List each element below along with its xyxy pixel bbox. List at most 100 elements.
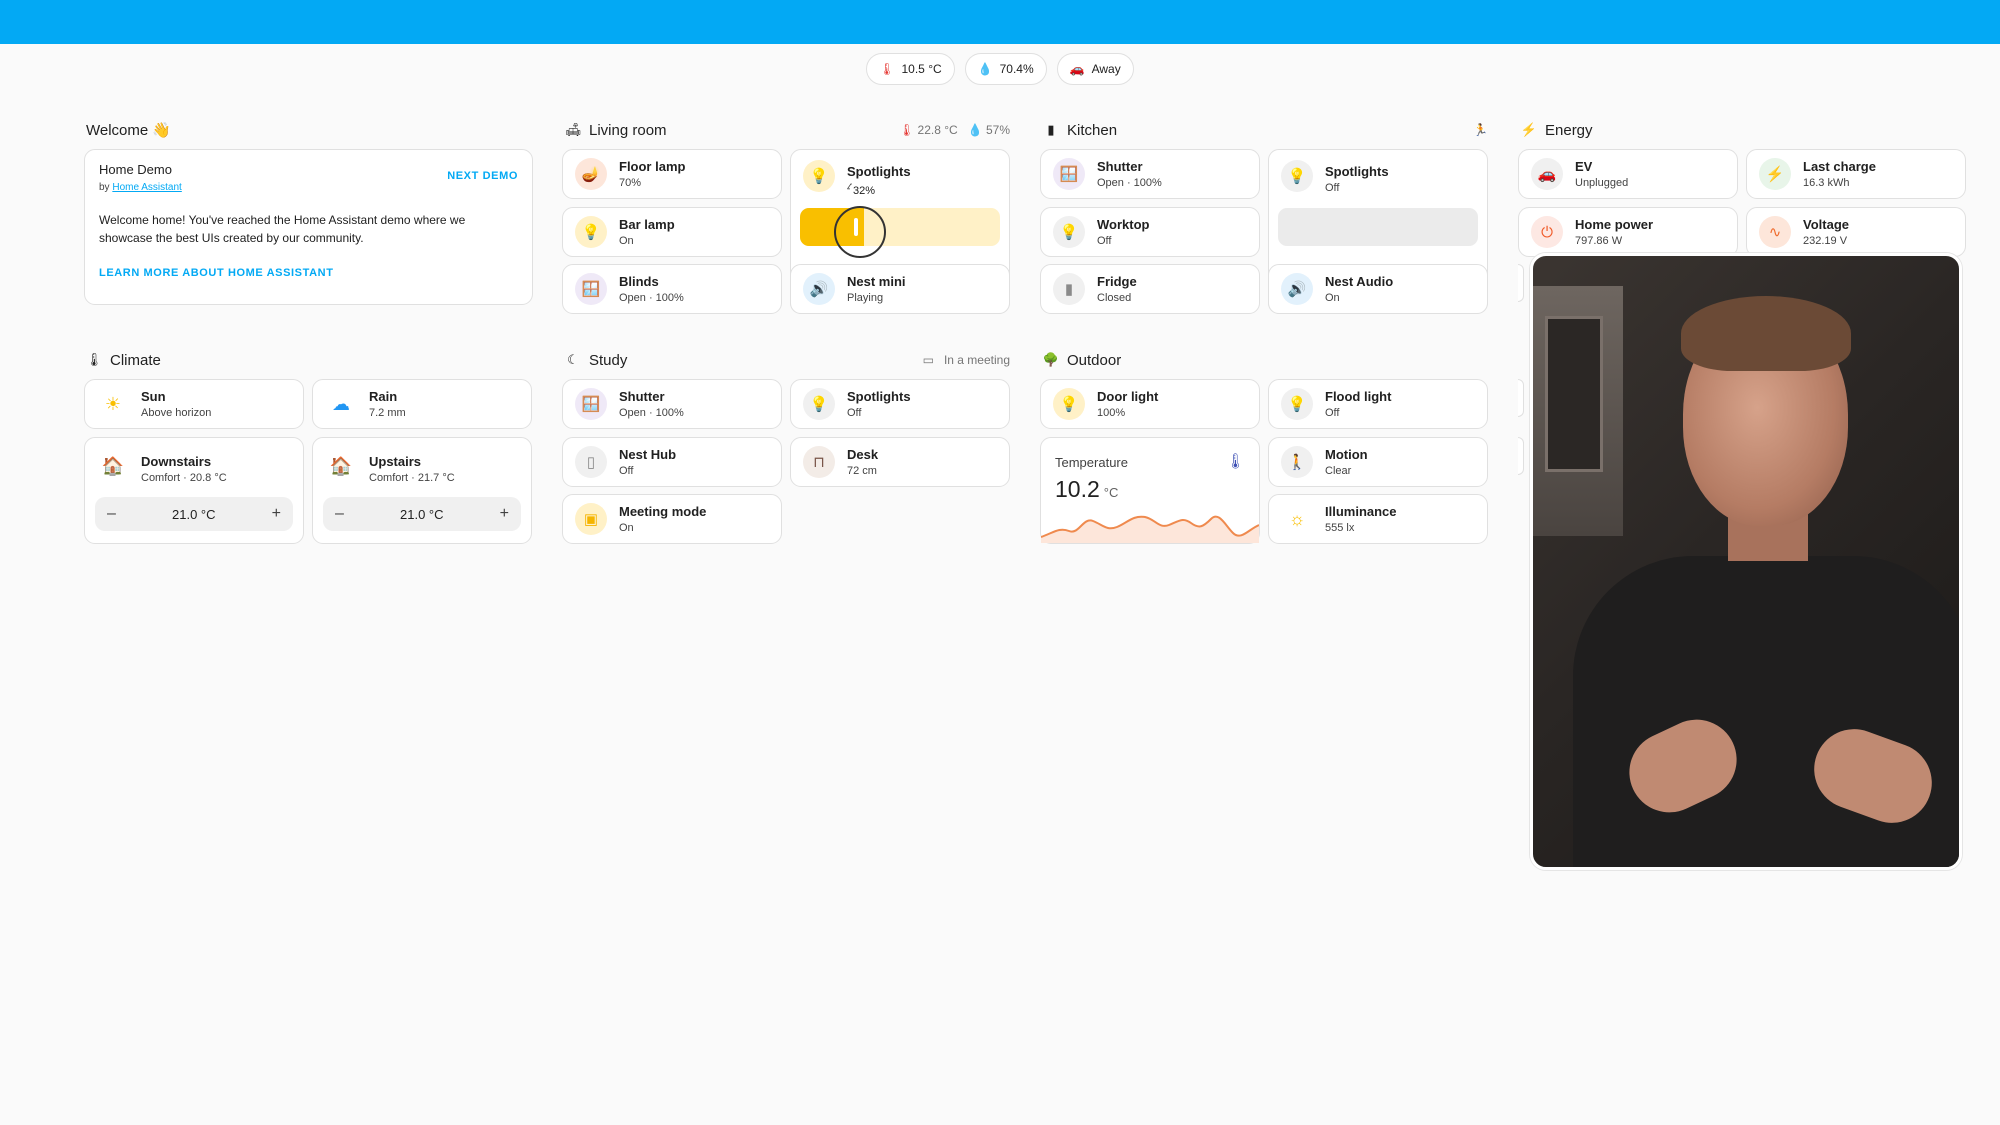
tile-name: Meeting mode xyxy=(619,504,707,519)
water-drop-icon: 💧 xyxy=(977,62,993,76)
picture-frame xyxy=(1545,316,1603,472)
hidden-tile xyxy=(1518,379,1524,417)
tile-name: Fridge xyxy=(1097,274,1137,289)
next-demo-button[interactable]: NEXT DEMO xyxy=(447,170,518,182)
tile-name: Shutter xyxy=(1097,159,1143,174)
outdoor-temperature-badge[interactable]: 🌡 10.5 °C xyxy=(866,53,955,85)
tile-state: 797.86 W xyxy=(1575,235,1623,247)
section-title: Kitchen xyxy=(1067,121,1118,139)
presenter-shirt xyxy=(1573,556,1959,867)
meeting-icon: ▣ xyxy=(575,503,607,535)
kitchen-shutter-tile[interactable]: 🪟 Shutter Open · 100% xyxy=(1040,149,1260,199)
tile-state: 16.3 kWh xyxy=(1803,177,1850,189)
tree-icon: 🌳 xyxy=(1042,352,1060,367)
speaker-icon: 🔊 xyxy=(1281,273,1313,305)
badge-value: 10.5 °C xyxy=(901,62,942,76)
hidden-energy-tile xyxy=(1518,264,1524,302)
tile-name: Motion xyxy=(1325,447,1368,462)
meeting-mode-tile[interactable]: ▣ Meeting mode On xyxy=(562,494,782,544)
desk-tile[interactable]: ⊓ Desk 72 cm xyxy=(790,437,1010,487)
flood-light-tile[interactable]: 💡 Flood light Off xyxy=(1268,379,1488,429)
car-presence-badge[interactable]: 🚗 Away xyxy=(1056,53,1134,85)
welcome-text: Welcome home! You've reached the Home As… xyxy=(99,213,466,245)
tile-name: Home power xyxy=(1575,217,1654,232)
welcome-section: Welcome 👋 xyxy=(86,117,534,143)
downstairs-temperature-stepper: – 21.0 °C + xyxy=(95,497,293,531)
spotlights-brightness-slider[interactable] xyxy=(800,208,1000,246)
car-icon: 🚗 xyxy=(1531,158,1563,190)
tile-name: Floor lamp xyxy=(619,159,686,174)
tile-state: Comfort · 21.7 °C xyxy=(369,472,455,484)
section-title: Outdoor xyxy=(1067,351,1122,369)
tile-name: Illuminance xyxy=(1325,504,1397,519)
home-power-tile[interactable]: ⏻ Home power 797.86 W xyxy=(1518,207,1738,257)
nest-hub-tile[interactable]: ▯ Nest Hub Off xyxy=(562,437,782,487)
energy-section: ⚡ Energy xyxy=(1521,117,1966,143)
motion-sensor-off-icon: 🚶 xyxy=(1281,446,1313,478)
outdoor-temperature-card[interactable]: Temperature 🌡 10.2 °C xyxy=(1040,437,1260,544)
rain-tile[interactable]: ☁ Rain 7.2 mm xyxy=(312,379,532,429)
tile-state: On xyxy=(619,522,634,534)
tile-name: Last charge xyxy=(1803,159,1876,174)
door-light-tile[interactable]: 💡 Door light 100% xyxy=(1040,379,1260,429)
lightning-icon: ⚡ xyxy=(1759,158,1791,190)
nest-audio-tile[interactable]: 🔊 Nest Audio On xyxy=(1268,264,1488,314)
blinds-icon: 🪟 xyxy=(575,273,607,305)
study-shutter-tile[interactable]: 🪟 Shutter Open · 100% xyxy=(562,379,782,429)
sun-tile[interactable]: ☀ Sun Above horizon xyxy=(84,379,304,429)
learn-more-link[interactable]: LEARN MORE ABOUT HOME ASSISTANT xyxy=(99,267,334,279)
tile-state: Open · 100% xyxy=(1097,177,1162,189)
fridge-tile[interactable]: ▮ Fridge Closed xyxy=(1040,264,1260,314)
nest-mini-tile[interactable]: 🔊 Nest mini Playing xyxy=(790,264,1010,314)
lightbulb-icon: 💡 xyxy=(575,216,607,248)
voltage-tile[interactable]: ∿ Voltage 232.19 V xyxy=(1746,207,1966,257)
tile-name: Flood light xyxy=(1325,389,1392,404)
motion-sensor-icon: 🏃 xyxy=(1473,123,1488,137)
spotlight-icon: 💡 xyxy=(803,160,835,192)
decrease-temperature-button[interactable]: – xyxy=(107,505,116,523)
tile-name: Desk xyxy=(847,447,879,462)
section-title: Energy xyxy=(1545,121,1593,139)
shutter-icon: 🪟 xyxy=(1053,158,1085,190)
pointer-cursor xyxy=(834,206,886,258)
downstairs-thermostat-tile[interactable]: 🏠 Downstairs Comfort · 20.8 °C – 21.0 °C … xyxy=(84,437,304,544)
thermometer-icon: 🌡 xyxy=(85,352,103,367)
outdoor-humidity-badge[interactable]: 💧 70.4% xyxy=(964,53,1047,85)
section-title: Climate xyxy=(110,351,161,369)
webcam-video-overlay xyxy=(1530,253,1962,870)
study-spotlights-tile[interactable]: 💡 Spotlights Off xyxy=(790,379,1010,429)
home-assistant-link[interactable]: Home Assistant xyxy=(112,182,181,193)
illuminance-tile[interactable]: ☼ Illuminance 555 lx xyxy=(1268,494,1488,544)
section-title: Study xyxy=(589,351,628,369)
tile-state: Off xyxy=(1097,235,1112,247)
welcome-card: Home Demo by Home Assistant NEXT DEMO We… xyxy=(84,149,533,305)
tile-name: Bar lamp xyxy=(619,217,675,232)
outdoor-lamp-icon: 💡 xyxy=(1053,388,1085,420)
blinds-tile[interactable]: 🪟 Blinds Open · 100% xyxy=(562,264,782,314)
tile-state: Closed xyxy=(1097,292,1132,304)
upstairs-thermostat-tile[interactable]: 🏠 Upstairs Comfort · 21.7 °C – 21.0 °C + xyxy=(312,437,532,544)
desk-lamp-icon: ☾ xyxy=(567,352,579,367)
tile-name: Nest Audio xyxy=(1325,274,1394,289)
ev-tile[interactable]: 🚗 EV Unplugged xyxy=(1518,149,1738,199)
brightness-tooltip: 32% xyxy=(850,184,879,198)
increase-temperature-button[interactable]: + xyxy=(500,505,509,523)
thermometer-icon: 🌡 xyxy=(879,62,895,76)
power-plug-icon: ⏻ xyxy=(1531,216,1563,248)
study-section: ☾ Study ▭ In a meeting xyxy=(565,347,1010,373)
increase-temperature-button[interactable]: + xyxy=(272,505,281,523)
tile-state: 7.2 mm xyxy=(369,407,406,419)
room-temperature: 🌡 22.8 °C xyxy=(899,123,958,137)
motion-tile[interactable]: 🚶 Motion Clear xyxy=(1268,437,1488,487)
decrease-temperature-button[interactable]: – xyxy=(335,505,344,523)
section-title: Living room xyxy=(589,121,667,139)
climate-section: 🌡 Climate xyxy=(86,347,534,373)
floor-lamp-tile[interactable]: 🪔 Floor lamp 70% xyxy=(562,149,782,199)
tile-name: Spotlights xyxy=(847,389,911,404)
tile-state: Above horizon xyxy=(141,407,212,419)
kitchen-spotlights-slider[interactable] xyxy=(1278,208,1478,246)
hidden-tile xyxy=(1518,437,1524,475)
worktop-tile[interactable]: 💡 Worktop Off xyxy=(1040,207,1260,257)
bar-lamp-tile[interactable]: 💡 Bar lamp On xyxy=(562,207,782,257)
last-charge-tile[interactable]: ⚡ Last charge 16.3 kWh xyxy=(1746,149,1966,199)
